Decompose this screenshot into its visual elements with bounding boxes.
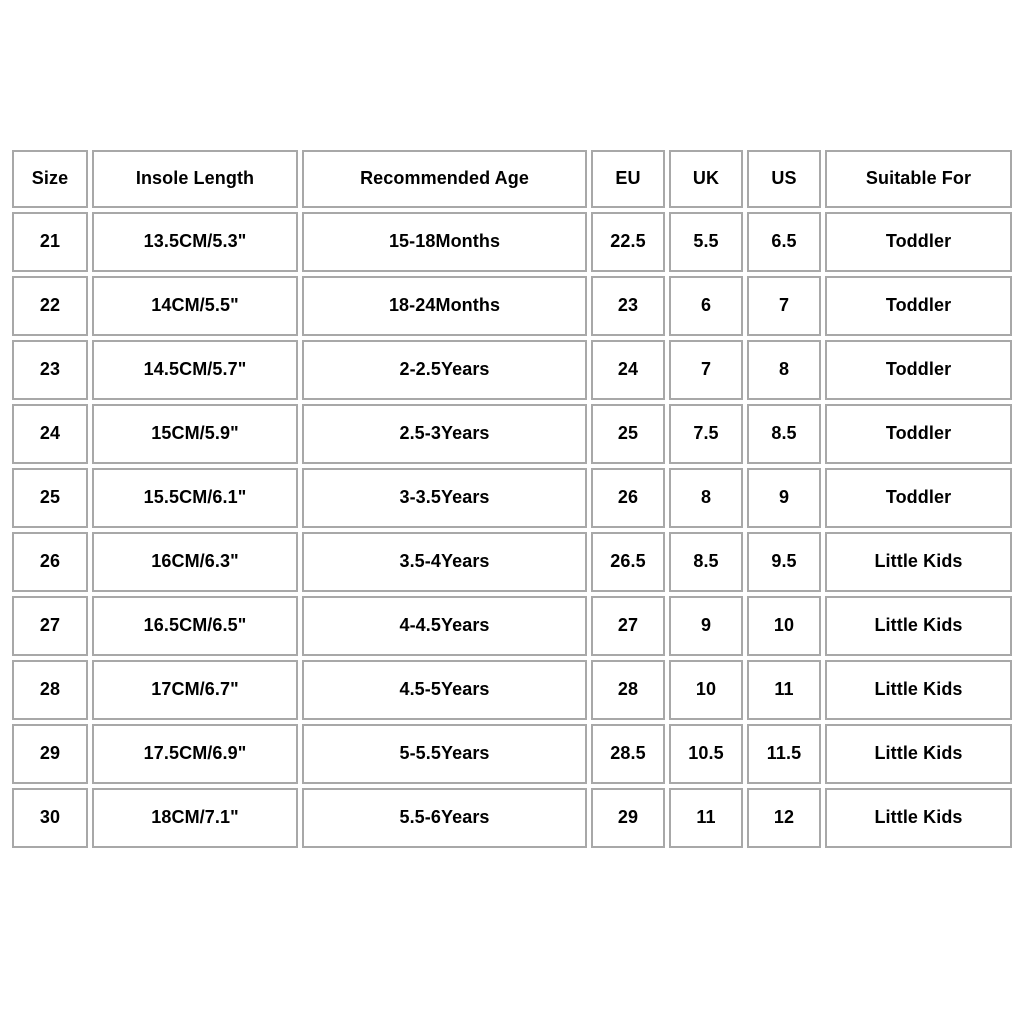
cell-us: 8.5 xyxy=(747,404,821,464)
cell-us: 6.5 xyxy=(747,212,821,272)
cell-us: 7 xyxy=(747,276,821,336)
column-header-size: Size xyxy=(12,150,88,208)
cell-uk: 10.5 xyxy=(669,724,743,784)
cell-us: 11 xyxy=(747,660,821,720)
cell-insole: 17CM/6.7" xyxy=(92,660,298,720)
cell-eu: 22.5 xyxy=(591,212,665,272)
table-row: 24 15CM/5.9" 2.5-3Years 25 7.5 8.5 Toddler xyxy=(12,404,1012,464)
cell-eu: 28.5 xyxy=(591,724,665,784)
cell-us: 9 xyxy=(747,468,821,528)
cell-age: 18-24Months xyxy=(302,276,587,336)
cell-size: 26 xyxy=(12,532,88,592)
cell-suit: Toddler xyxy=(825,404,1012,464)
cell-size: 27 xyxy=(12,596,88,656)
table-row: 22 14CM/5.5" 18-24Months 23 6 7 Toddler xyxy=(12,276,1012,336)
cell-uk: 5.5 xyxy=(669,212,743,272)
cell-insole: 15CM/5.9" xyxy=(92,404,298,464)
table-row: 28 17CM/6.7" 4.5-5Years 28 10 11 Little Kids xyxy=(12,660,1012,720)
cell-uk: 7 xyxy=(669,340,743,400)
column-header-us: US xyxy=(747,150,821,208)
cell-uk: 6 xyxy=(669,276,743,336)
table-row: 27 16.5CM/6.5" 4-4.5Years 27 9 10 Little Kids xyxy=(12,596,1012,656)
cell-size: 29 xyxy=(12,724,88,784)
cell-insole: 14CM/5.5" xyxy=(92,276,298,336)
cell-uk: 9 xyxy=(669,596,743,656)
cell-insole: 16CM/6.3" xyxy=(92,532,298,592)
cell-us: 8 xyxy=(747,340,821,400)
cell-age: 5-5.5Years xyxy=(302,724,587,784)
cell-age: 3.5-4Years xyxy=(302,532,587,592)
table-row: 25 15.5CM/6.1" 3-3.5Years 26 8 9 Toddler xyxy=(12,468,1012,528)
cell-size: 25 xyxy=(12,468,88,528)
cell-insole: 14.5CM/5.7" xyxy=(92,340,298,400)
column-header-uk: UK xyxy=(669,150,743,208)
cell-insole: 16.5CM/6.5" xyxy=(92,596,298,656)
table-row: 21 13.5CM/5.3" 15-18Months 22.5 5.5 6.5 Toddle… xyxy=(12,212,1012,272)
table-row: 29 17.5CM/6.9" 5-5.5Years 28.5 10.5 11.5 Littl… xyxy=(12,724,1012,784)
cell-suit: Little Kids xyxy=(825,532,1012,592)
cell-eu: 26 xyxy=(591,468,665,528)
table-row: 26 16CM/6.3" 3.5-4Years 26.5 8.5 9.5 Little Ki… xyxy=(12,532,1012,592)
cell-suit: Toddler xyxy=(825,468,1012,528)
cell-suit: Little Kids xyxy=(825,788,1012,848)
cell-age: 5.5-6Years xyxy=(302,788,587,848)
size-chart-table: Size Insole Length Recommended Age EU UK US Su… xyxy=(8,146,1016,852)
cell-suit: Toddler xyxy=(825,276,1012,336)
cell-suit: Little Kids xyxy=(825,596,1012,656)
cell-eu: 24 xyxy=(591,340,665,400)
table-row: 30 18CM/7.1" 5.5-6Years 29 11 12 Little Kids xyxy=(12,788,1012,848)
cell-uk: 11 xyxy=(669,788,743,848)
cell-us: 10 xyxy=(747,596,821,656)
column-header-insole: Insole Length xyxy=(92,150,298,208)
cell-age: 2-2.5Years xyxy=(302,340,587,400)
cell-uk: 8.5 xyxy=(669,532,743,592)
cell-age: 3-3.5Years xyxy=(302,468,587,528)
cell-size: 22 xyxy=(12,276,88,336)
cell-uk: 10 xyxy=(669,660,743,720)
cell-suit: Little Kids xyxy=(825,660,1012,720)
cell-suit: Little Kids xyxy=(825,724,1012,784)
cell-uk: 8 xyxy=(669,468,743,528)
cell-size: 28 xyxy=(12,660,88,720)
cell-insole: 18CM/7.1" xyxy=(92,788,298,848)
table-row: 23 14.5CM/5.7" 2-2.5Years 24 7 8 Toddler xyxy=(12,340,1012,400)
cell-size: 21 xyxy=(12,212,88,272)
cell-insole: 13.5CM/5.3" xyxy=(92,212,298,272)
cell-eu: 29 xyxy=(591,788,665,848)
cell-eu: 25 xyxy=(591,404,665,464)
cell-uk: 7.5 xyxy=(669,404,743,464)
cell-age: 15-18Months xyxy=(302,212,587,272)
cell-size: 23 xyxy=(12,340,88,400)
column-header-eu: EU xyxy=(591,150,665,208)
cell-suit: Toddler xyxy=(825,340,1012,400)
cell-insole: 17.5CM/6.9" xyxy=(92,724,298,784)
cell-suit: Toddler xyxy=(825,212,1012,272)
cell-insole: 15.5CM/6.1" xyxy=(92,468,298,528)
column-header-suit: Suitable For xyxy=(825,150,1012,208)
table-header-row: Size Insole Length Recommended Age EU UK US Su… xyxy=(12,150,1012,208)
cell-age: 4.5-5Years xyxy=(302,660,587,720)
cell-size: 30 xyxy=(12,788,88,848)
column-header-age: Recommended Age xyxy=(302,150,587,208)
cell-age: 4-4.5Years xyxy=(302,596,587,656)
cell-us: 9.5 xyxy=(747,532,821,592)
cell-eu: 26.5 xyxy=(591,532,665,592)
cell-age: 2.5-3Years xyxy=(302,404,587,464)
size-chart-container: Size Insole Length Recommended Age EU UK US Su… xyxy=(8,146,1012,852)
cell-us: 11.5 xyxy=(747,724,821,784)
cell-us: 12 xyxy=(747,788,821,848)
cell-size: 24 xyxy=(12,404,88,464)
cell-eu: 23 xyxy=(591,276,665,336)
cell-eu: 28 xyxy=(591,660,665,720)
cell-eu: 27 xyxy=(591,596,665,656)
